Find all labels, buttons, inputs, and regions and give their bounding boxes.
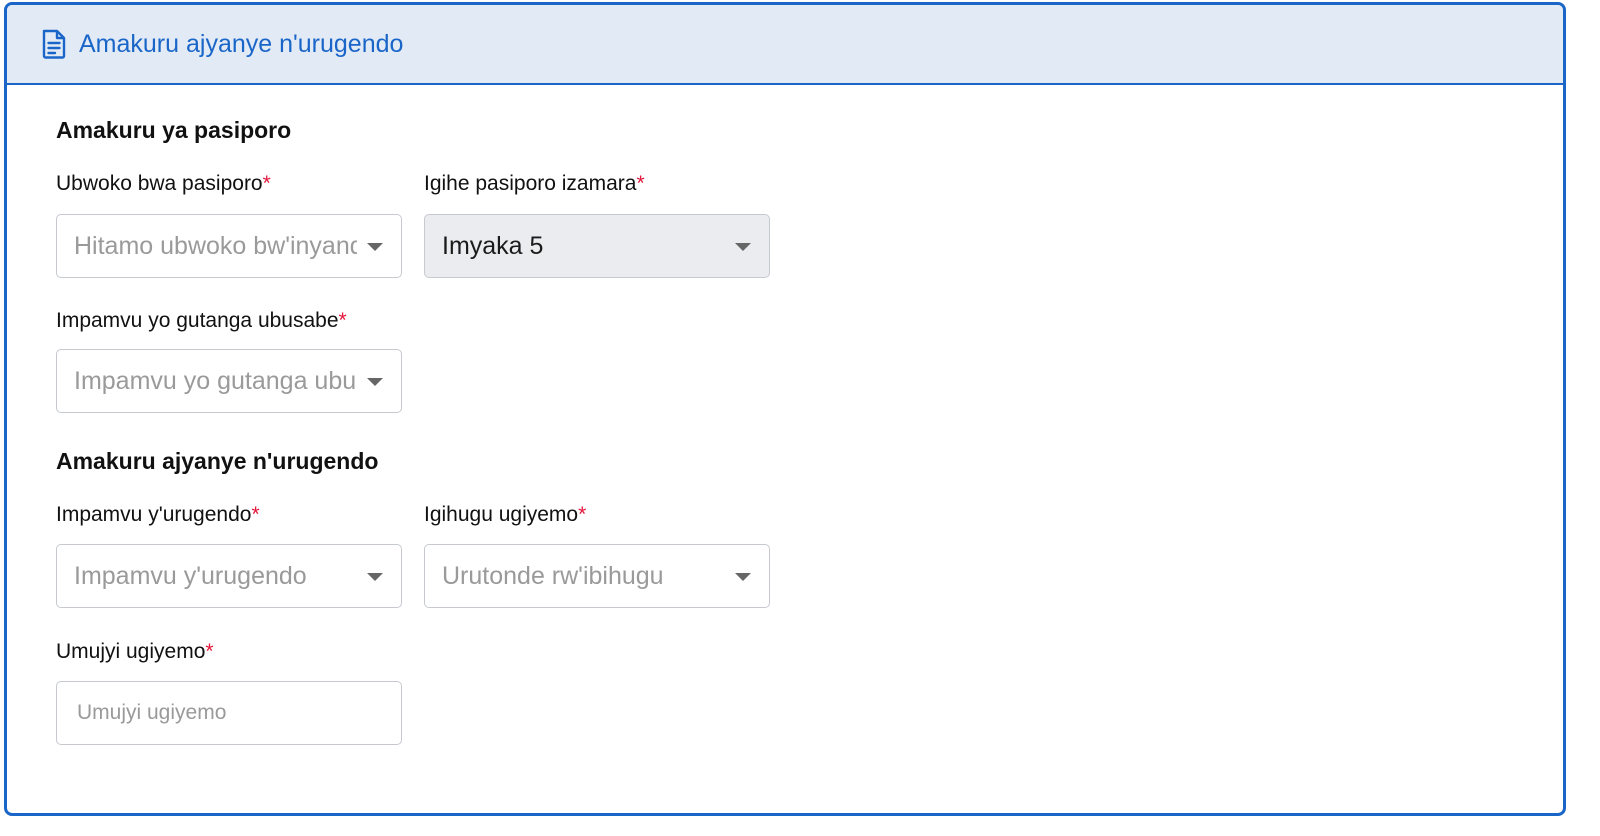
required-mark: *: [338, 309, 347, 332]
required-mark: *: [262, 172, 271, 195]
passport-type-label-text: Ubwoko bwa pasiporo: [56, 172, 263, 195]
required-mark: *: [205, 640, 214, 663]
travel-info-card: Amakuru ajyanye n'urugendo Amakuru ya pa…: [4, 2, 1566, 816]
required-mark: *: [251, 503, 260, 526]
passport-validity-label-text: Igihe pasiporo izamara: [424, 172, 637, 195]
travel-reason-label-text: Impamvu y'urugendo: [56, 503, 252, 526]
passport-validity-label: Igihe pasiporo izamara*: [424, 172, 645, 196]
application-reason-label: Impamvu yo gutanga ubusabe*: [56, 309, 347, 333]
document-icon: [41, 29, 69, 59]
passport-type-placeholder: Hitamo ubwoko bw'inyandiko: [74, 231, 357, 260]
caret-down-icon: [367, 378, 383, 386]
card-title: Amakuru ajyanye n'urugendo: [79, 29, 404, 58]
passport-type-select[interactable]: Hitamo ubwoko bw'inyandiko: [56, 214, 402, 278]
caret-down-icon: [367, 573, 383, 581]
required-mark: *: [578, 503, 587, 526]
caret-down-icon: [735, 243, 751, 251]
passport-validity-value: Imyaka 5: [442, 231, 544, 260]
passport-section-title: Amakuru ya pasiporo: [56, 117, 292, 143]
travel-reason-select[interactable]: Impamvu y'urugendo: [56, 544, 402, 608]
application-reason-select[interactable]: Impamvu yo gutanga ubusabe: [56, 349, 402, 413]
travel-section-title: Amakuru ajyanye n'urugendo: [56, 448, 379, 474]
application-reason-label-text: Impamvu yo gutanga ubusabe: [56, 309, 339, 332]
travel-reason-label: Impamvu y'urugendo*: [56, 503, 260, 527]
required-mark: *: [636, 172, 645, 195]
passport-type-label: Ubwoko bwa pasiporo*: [56, 172, 271, 196]
destination-country-select[interactable]: Urutonde rw'ibihugu: [424, 544, 770, 608]
destination-country-label-text: Igihugu ugiyemo: [424, 503, 579, 526]
caret-down-icon: [735, 573, 751, 581]
passport-validity-select[interactable]: Imyaka 5: [424, 214, 770, 278]
caret-down-icon: [367, 243, 383, 251]
application-reason-placeholder: Impamvu yo gutanga ubusabe: [74, 366, 357, 395]
destination-city-label-text: Umujyi ugiyemo: [56, 640, 206, 663]
destination-country-label: Igihugu ugiyemo*: [424, 503, 586, 527]
destination-country-placeholder: Urutonde rw'ibihugu: [442, 561, 664, 590]
destination-city-input[interactable]: [56, 681, 402, 745]
travel-reason-placeholder: Impamvu y'urugendo: [74, 561, 307, 590]
destination-city-label: Umujyi ugiyemo*: [56, 640, 214, 664]
card-header: Amakuru ajyanye n'urugendo: [7, 5, 1563, 85]
